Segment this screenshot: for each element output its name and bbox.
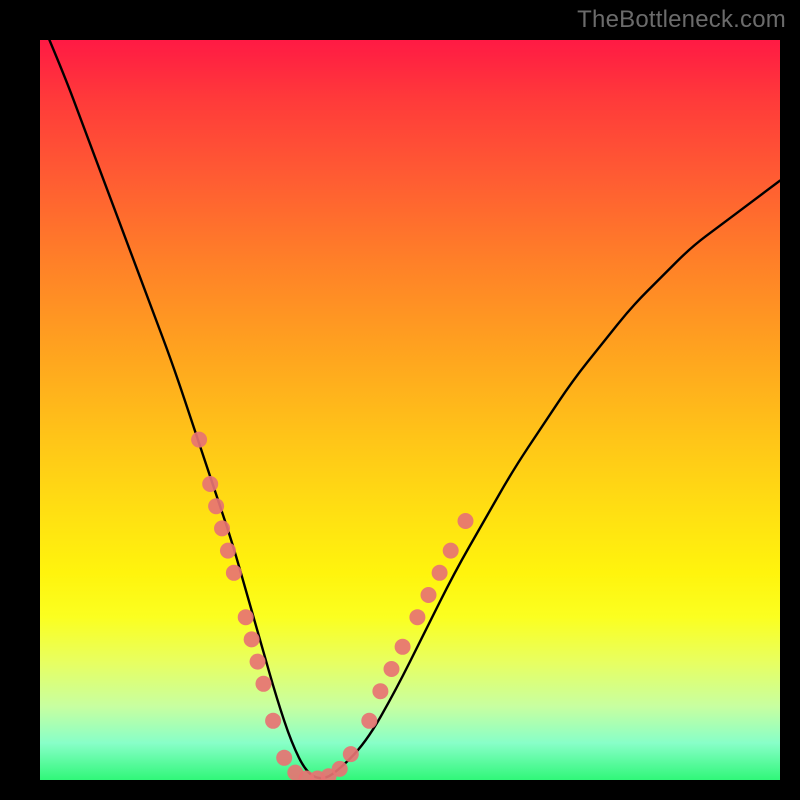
curve-marker bbox=[265, 713, 281, 729]
curve-marker bbox=[443, 543, 459, 559]
plot-area bbox=[40, 40, 780, 780]
curve-marker bbox=[361, 713, 377, 729]
curve-marker bbox=[395, 639, 411, 655]
curve-marker bbox=[409, 609, 425, 625]
bottleneck-curve bbox=[40, 40, 780, 778]
chart-svg bbox=[40, 40, 780, 780]
curve-marker bbox=[432, 565, 448, 581]
curve-marker bbox=[298, 771, 314, 780]
curve-marker bbox=[226, 565, 242, 581]
curve-marker bbox=[208, 498, 224, 514]
chart-stage: TheBottleneck.com bbox=[0, 0, 800, 800]
curve-marker bbox=[421, 587, 437, 603]
curve-marker bbox=[191, 432, 207, 448]
curve-marker bbox=[220, 543, 236, 559]
curve-marker bbox=[244, 631, 260, 647]
watermark-text: TheBottleneck.com bbox=[577, 6, 786, 34]
curve-marker bbox=[238, 609, 254, 625]
curve-marker bbox=[276, 750, 292, 766]
curve-marker bbox=[372, 683, 388, 699]
curve-marker bbox=[310, 771, 326, 780]
curve-marker bbox=[250, 654, 266, 670]
curve-layer bbox=[40, 40, 780, 778]
curve-marker bbox=[384, 661, 400, 677]
curve-marker bbox=[343, 746, 359, 762]
curve-marker bbox=[332, 761, 348, 777]
curve-marker bbox=[202, 476, 218, 492]
curve-marker bbox=[458, 513, 474, 529]
markers-layer bbox=[191, 432, 473, 780]
curve-marker bbox=[214, 520, 230, 536]
curve-marker bbox=[287, 765, 303, 780]
curve-marker bbox=[321, 768, 337, 780]
curve-marker bbox=[255, 676, 271, 692]
